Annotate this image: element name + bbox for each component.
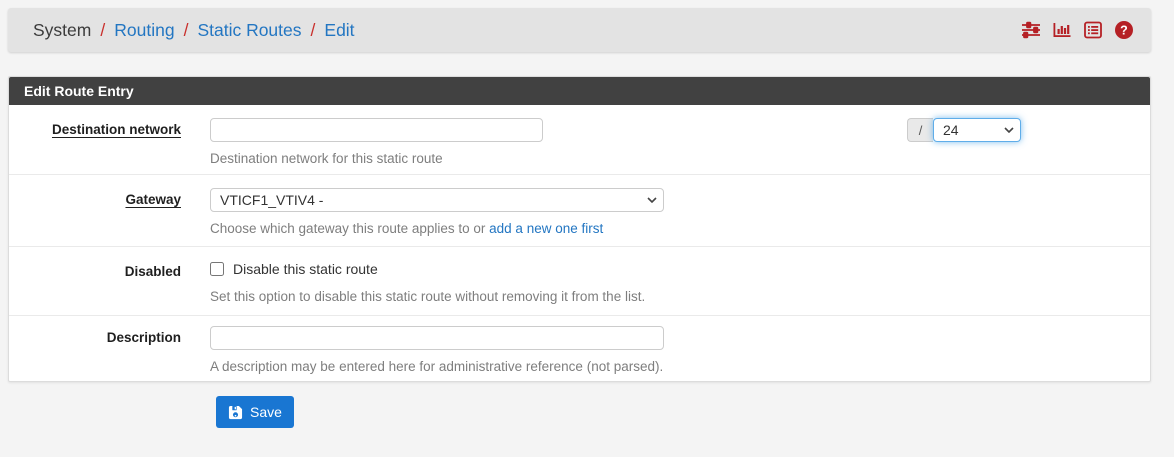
form-actions: Save — [8, 396, 294, 428]
disabled-row: Disabled Disable this static route Set t… — [9, 247, 1150, 316]
destination-network-label: Destination network — [9, 118, 181, 167]
subnet-mask-group: / 24 — [907, 118, 1021, 142]
breadcrumb-separator: / — [100, 20, 105, 41]
description-label: Description — [9, 326, 181, 375]
description-input[interactable] — [210, 326, 664, 350]
related-log-list-icon[interactable] — [1083, 20, 1103, 40]
subnet-mask-select[interactable]: 24 — [933, 118, 1021, 142]
disabled-label: Disabled — [9, 260, 181, 305]
static-route-edit-page: System / Routing / Static Routes / Edit — [0, 0, 1174, 457]
edit-route-entry-panel: Edit Route Entry Destination network / 2… — [8, 76, 1151, 382]
breadcrumb-link-edit[interactable]: Edit — [324, 20, 354, 41]
breadcrumb-separator: / — [311, 20, 316, 41]
breadcrumb: System / Routing / Static Routes / Edit — [33, 20, 355, 41]
destination-network-control: / 24 Destination network for th — [210, 118, 1150, 167]
disabled-help: Set this option to disable this static r… — [210, 288, 1150, 305]
breadcrumb-bar: System / Routing / Static Routes / Edit — [8, 8, 1151, 52]
panel-body: Destination network / 24 — [9, 105, 1150, 381]
gateway-control: VTICF1_VTIV4 - Choose which gateway this… — [210, 188, 1150, 237]
description-row: Description A description may be entered… — [9, 316, 1150, 381]
gateway-select[interactable]: VTICF1_VTIV4 - — [210, 188, 664, 212]
destination-network-row: Destination network / 24 — [9, 105, 1150, 175]
panel-title: Edit Route Entry — [9, 77, 1150, 105]
destination-network-input[interactable] — [210, 118, 543, 142]
breadcrumb-link-routing[interactable]: Routing — [114, 20, 174, 41]
svg-text:?: ? — [1120, 23, 1128, 37]
help-question-icon[interactable]: ? — [1114, 20, 1134, 40]
gateway-help-text: Choose which gateway this route applies … — [210, 221, 489, 236]
related-settings-sliders-icon[interactable] — [1021, 20, 1041, 40]
breadcrumb-separator: / — [184, 20, 189, 41]
disabled-control: Disable this static route Set this optio… — [210, 260, 1150, 305]
description-control: A description may be entered here for ad… — [210, 326, 1150, 375]
disable-route-checkbox-label[interactable]: Disable this static route — [233, 261, 378, 277]
subnet-mask-separator: / — [907, 118, 933, 142]
save-button-label: Save — [250, 404, 282, 420]
destination-network-help: Destination network for this static rout… — [210, 150, 1150, 167]
save-floppy-icon — [228, 405, 243, 420]
gateway-row: Gateway VTICF1_VTIV4 - Choose which gate… — [9, 175, 1150, 247]
gateway-help: Choose which gateway this route applies … — [210, 220, 1150, 237]
save-button[interactable]: Save — [216, 396, 294, 428]
gateway-label: Gateway — [9, 188, 181, 237]
related-status-chart-icon[interactable] — [1052, 20, 1072, 40]
description-help: A description may be entered here for ad… — [210, 358, 1150, 375]
breadcrumb-link-static-routes[interactable]: Static Routes — [197, 20, 301, 41]
add-gateway-link[interactable]: add a new one first — [489, 221, 603, 236]
header-shortcut-icons: ? — [1021, 20, 1134, 40]
disable-route-checkbox[interactable] — [210, 262, 224, 276]
breadcrumb-system: System — [33, 20, 91, 41]
